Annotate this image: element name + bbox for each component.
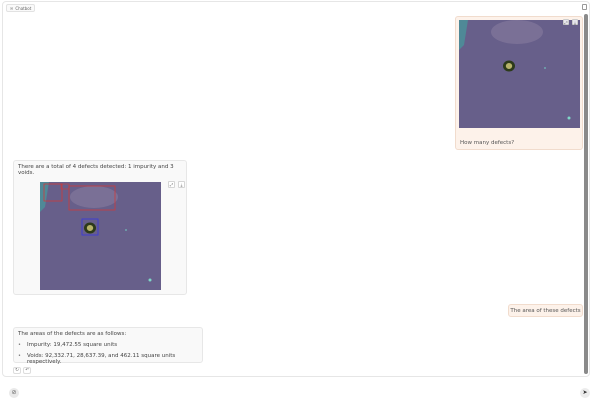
chat-icon: ✉ [10, 5, 14, 11]
annotated-wafer-image [40, 182, 161, 290]
chatbot-label-text: Chatbot [15, 5, 32, 11]
bullet-icon: • [18, 342, 21, 348]
send-icon[interactable]: ➤ [580, 388, 590, 398]
clear-chat-icon[interactable] [582, 4, 587, 10]
scrollbar[interactable] [583, 11, 589, 376]
user-image-caption: How many defects? [460, 140, 515, 146]
user-message-followup: The area of these defects [508, 304, 583, 317]
bot-area-intro: The areas of the defects are as follows: [18, 331, 127, 337]
undo-icon[interactable]: ↶ [23, 367, 31, 374]
bot-summary-text: There are a total of 4 defects detected:… [18, 164, 174, 176]
wafer-image [459, 20, 580, 128]
paperclip-icon[interactable]: ⊘ [9, 388, 19, 398]
message-input[interactable] [24, 386, 574, 400]
fullscreen-icon[interactable]: ⤢ [563, 19, 569, 25]
list-item: Voids: 92,332.71, 28,637.39, and 462.11 … [27, 353, 176, 365]
input-bar: ⊘ ➤ [0, 380, 596, 403]
bot-message-detections: There are a total of 4 defects detected:… [13, 160, 187, 295]
download-icon[interactable]: ⤓ [178, 181, 185, 188]
bullet-icon: • [18, 353, 21, 359]
fullscreen-icon[interactable]: ⤢ [168, 181, 175, 188]
chat-panel: ✉ Chatbot ⤢ ⤓ How many defects? There ar… [2, 1, 590, 377]
retry-icon[interactable]: ↻ [13, 367, 21, 374]
bot-message-areas: The areas of the defects are as follows:… [13, 327, 203, 365]
scrollbar-thumb[interactable] [584, 14, 588, 374]
message-actions: ↻ ↶ [13, 367, 31, 374]
list-item: Impurity: 19,472.55 square units [27, 342, 118, 348]
user-message-image: ⤢ ⤓ How many defects? [455, 16, 583, 150]
chatbot-label: ✉ Chatbot [6, 4, 36, 12]
download-icon[interactable]: ⤓ [572, 19, 578, 25]
chat-app: ✉ Chatbot ⤢ ⤓ How many defects? There ar… [0, 0, 596, 403]
